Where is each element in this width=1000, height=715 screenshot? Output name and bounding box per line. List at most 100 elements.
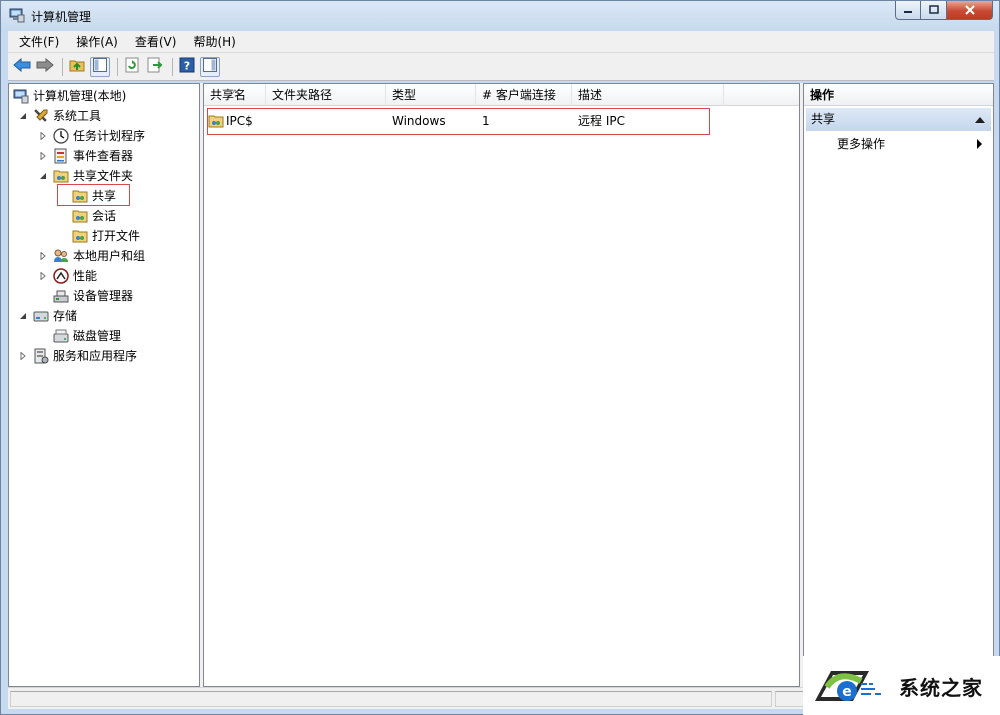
refresh-icon <box>124 57 140 76</box>
pane-area: 计算机管理(本地) 系统工具 任务计划程序 事件查看器 共享文件夹 共享 会话 … <box>8 83 994 687</box>
window: 计算机管理 文件(F) 操作(A) 查看(V) 帮助(H) ? 计算机管理(本地… <box>0 0 1000 715</box>
tree-item-device-manager[interactable]: 设备管理器 <box>53 286 133 306</box>
watermark: e 系统之家 <box>803 656 1000 715</box>
tree-label: 任务计划程序 <box>73 129 146 143</box>
svg-text:e: e <box>842 684 852 700</box>
sort-arrow-icon <box>231 84 239 95</box>
expand-arrow-icon[interactable] <box>18 351 28 361</box>
clock-icon <box>53 128 69 144</box>
column-header-type[interactable]: 类型 <box>386 84 476 106</box>
show-hide-action-pane-button[interactable] <box>200 56 220 77</box>
computer-management-icon <box>9 7 25 23</box>
tree-item-shared-folders[interactable]: 共享文件夹 <box>38 166 133 186</box>
tree-label: 共享文件夹 <box>73 169 134 183</box>
forward-arrow-icon <box>36 57 54 75</box>
tree-label: 磁盘管理 <box>73 329 122 343</box>
toolbar-separator <box>117 57 118 76</box>
up-level-button[interactable] <box>67 57 87 77</box>
collapse-arrow-icon[interactable] <box>38 171 48 181</box>
tools-icon <box>33 108 49 124</box>
column-label: 描述 <box>578 88 603 102</box>
tree-item-storage[interactable]: 存储 <box>18 306 77 326</box>
list-view: 共享名 文件夹路径 类型 # 客户端连接 描述 IPC$ Windows 1 远… <box>203 83 800 687</box>
maximize-button[interactable] <box>921 1 947 20</box>
tree-item-performance[interactable]: 性能 <box>38 266 97 286</box>
tree-item-system-tools[interactable]: 系统工具 <box>18 106 101 126</box>
status-segment <box>10 691 772 707</box>
disk-icon <box>53 328 69 344</box>
show-hide-tree-button[interactable] <box>90 56 110 77</box>
column-header-client-connections[interactable]: # 客户端连接 <box>476 84 572 106</box>
tree-label: 计算机管理(本地) <box>33 89 127 103</box>
shared-folder-icon <box>53 168 69 184</box>
tree-item-sessions[interactable]: 会话 <box>72 206 116 226</box>
back-button[interactable] <box>12 57 32 77</box>
menu-file[interactable]: 文件(F) <box>8 31 65 53</box>
menu-view[interactable]: 查看(V) <box>124 31 183 53</box>
column-label: 类型 <box>392 88 417 102</box>
tree-label: 性能 <box>73 269 98 283</box>
shared-folder-icon <box>72 208 88 224</box>
collapse-arrow-icon[interactable] <box>18 111 28 121</box>
tree-label: 系统工具 <box>53 109 102 123</box>
minimize-button[interactable] <box>895 1 921 20</box>
more-actions-item[interactable]: 更多操作 <box>806 134 991 154</box>
collapse-up-icon[interactable] <box>975 117 985 123</box>
tree-item-event-viewer[interactable]: 事件查看器 <box>38 146 133 166</box>
collapse-arrow-icon[interactable] <box>18 311 28 321</box>
toolbar: ? <box>8 53 994 81</box>
watermark-text: 系统之家 <box>899 676 983 700</box>
title-bar: 计算机管理 <box>1 1 1000 31</box>
column-label: 文件夹路径 <box>272 88 333 102</box>
export-list-button[interactable] <box>145 57 165 77</box>
tree-label: 事件查看器 <box>73 149 134 163</box>
submenu-arrow-icon <box>977 139 982 149</box>
close-button[interactable] <box>947 1 993 20</box>
window-title: 计算机管理 <box>31 10 92 24</box>
tree-item-task-scheduler[interactable]: 任务计划程序 <box>38 126 145 146</box>
help-icon: ? <box>179 57 195 76</box>
export-icon <box>147 57 163 76</box>
action-pane: 操作 共享 更多操作 <box>803 83 994 687</box>
tree-label: 服务和应用程序 <box>53 349 138 363</box>
performance-icon <box>53 268 69 284</box>
selection-highlight <box>57 184 130 206</box>
more-actions-label: 更多操作 <box>837 137 886 151</box>
back-arrow-icon <box>13 57 31 75</box>
action-section-shares[interactable]: 共享 <box>806 108 991 131</box>
expand-arrow-icon[interactable] <box>38 271 48 281</box>
menu-bar: 文件(F) 操作(A) 查看(V) 帮助(H) <box>8 31 994 53</box>
tree-label: 打开文件 <box>92 229 141 243</box>
tree-item-root[interactable]: 计算机管理(本地) <box>13 86 126 106</box>
tree-item-disk-management[interactable]: 磁盘管理 <box>53 326 121 346</box>
console-tree: 计算机管理(本地) 系统工具 任务计划程序 事件查看器 共享文件夹 共享 会话 … <box>8 83 200 687</box>
shared-folder-icon <box>72 228 88 244</box>
column-label: # 客户端连接 <box>482 88 556 102</box>
refresh-button[interactable] <box>122 57 142 77</box>
action-pane-title: 操作 <box>804 84 993 106</box>
action-pane-icon <box>203 58 217 75</box>
menu-help[interactable]: 帮助(H) <box>182 31 241 53</box>
expand-arrow-icon[interactable] <box>38 131 48 141</box>
expand-arrow-icon[interactable] <box>38 151 48 161</box>
list-header: 共享名 文件夹路径 类型 # 客户端连接 描述 <box>204 84 799 106</box>
tree-label: 存储 <box>53 309 78 323</box>
tree-item-open-files[interactable]: 打开文件 <box>72 226 140 246</box>
svg-text:?: ? <box>184 60 190 73</box>
device-manager-icon <box>53 288 69 304</box>
storage-icon <box>33 308 49 324</box>
status-segment <box>775 691 805 707</box>
tree-item-local-users[interactable]: 本地用户和组 <box>38 246 145 266</box>
help-button[interactable]: ? <box>177 57 197 77</box>
menu-action[interactable]: 操作(A) <box>65 31 124 53</box>
row-highlight <box>207 108 710 135</box>
toolbar-separator <box>62 57 63 76</box>
tree-item-services-apps[interactable]: 服务和应用程序 <box>18 346 137 366</box>
column-label: 共享名 <box>210 88 247 102</box>
column-header-description[interactable]: 描述 <box>572 84 724 106</box>
expand-arrow-icon[interactable] <box>38 251 48 261</box>
tree-label: 设备管理器 <box>73 289 134 303</box>
column-header-folder-path[interactable]: 文件夹路径 <box>266 84 386 106</box>
forward-button[interactable] <box>35 57 55 77</box>
services-icon <box>33 348 49 364</box>
